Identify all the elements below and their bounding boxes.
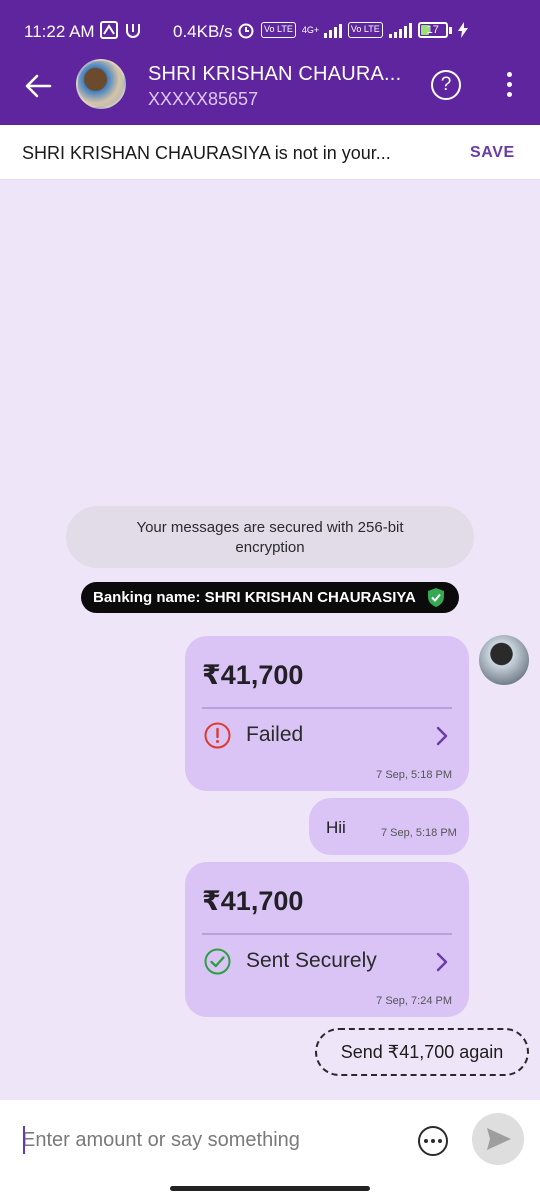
payment-amount: ₹41,700 (202, 886, 304, 916)
battery-level: 17 (426, 24, 439, 36)
message-text: Hii (326, 818, 346, 837)
check-circle-icon (204, 948, 231, 975)
send-again-button[interactable]: Send ₹41,700 again (315, 1028, 529, 1076)
volte-icon: Vo LTE (261, 22, 296, 38)
divider (202, 707, 452, 709)
payment-card-sent[interactable]: ₹41,700 Sent Securely 7 Sep, 7:24 PM (185, 862, 469, 1017)
banking-name-text: Banking name: SHRI KRISHAN CHAURASIYA (93, 589, 416, 606)
encryption-notice: Your messages are secured with 256-bit e… (66, 506, 474, 568)
message-input[interactable] (22, 1120, 392, 1160)
status-time: 11:22 AM (24, 22, 95, 41)
message-time: 7 Sep, 5:18 PM (381, 827, 457, 839)
back-arrow-icon[interactable] (22, 70, 54, 102)
save-button[interactable]: SAVE (470, 144, 515, 162)
signal-icon (323, 22, 342, 38)
message-input-bar (0, 1100, 540, 1200)
text-message-bubble[interactable]: Hii 7 Sep, 5:18 PM (309, 798, 469, 855)
status-bar: 11:22 AM 0.4KB/s Vo LTE 4G+ Vo LTE 17 (0, 0, 540, 48)
contact-number: XXXXX85657 (148, 89, 259, 109)
payment-status: Failed (246, 723, 304, 746)
help-icon[interactable]: ? (431, 70, 461, 100)
error-icon (204, 722, 231, 749)
message-time: 7 Sep, 5:18 PM (376, 769, 452, 781)
chevron-right-icon[interactable] (435, 726, 449, 746)
signal-icon-2 (388, 22, 412, 38)
alarm-icon (238, 23, 254, 39)
payment-status: Sent Securely (246, 949, 377, 972)
net-speed: 0.4KB/s (173, 22, 233, 41)
verified-shield-icon (428, 588, 444, 607)
contact-name[interactable]: SHRI KRISHAN CHAURA... (148, 63, 401, 86)
more-options-icon[interactable] (500, 70, 518, 100)
not-in-contacts-text: SHRI KRISHAN CHAURASIYA is not in your..… (22, 143, 391, 163)
send-button[interactable] (472, 1113, 524, 1165)
message-time: 7 Sep, 7:24 PM (376, 995, 452, 1007)
more-actions-icon[interactable] (418, 1126, 448, 1156)
home-indicator (170, 1186, 370, 1191)
text-cursor (23, 1126, 25, 1154)
save-contact-banner: SHRI KRISHAN CHAURASIYA is not in your..… (0, 125, 540, 180)
data-saver-icon (100, 21, 118, 39)
app-notification-icon (126, 24, 140, 38)
battery-icon: 17 (417, 22, 452, 38)
send-icon (487, 1128, 511, 1150)
volte-icon-2: Vo LTE (347, 22, 383, 38)
contact-avatar[interactable] (76, 59, 126, 109)
banking-name-badge: Banking name: SHRI KRISHAN CHAURASIYA (81, 582, 459, 613)
network-type: 4G+ (301, 24, 320, 35)
payment-amount: ₹41,700 (202, 660, 304, 690)
divider (202, 933, 452, 935)
chevron-right-icon[interactable] (435, 952, 449, 972)
user-avatar (479, 635, 529, 685)
charging-icon (457, 22, 468, 38)
payment-card-failed[interactable]: ₹41,700 Failed 7 Sep, 5:18 PM (185, 636, 469, 791)
chat-header: SHRI KRISHAN CHAURA... XXXXX85657 ? (0, 48, 540, 125)
